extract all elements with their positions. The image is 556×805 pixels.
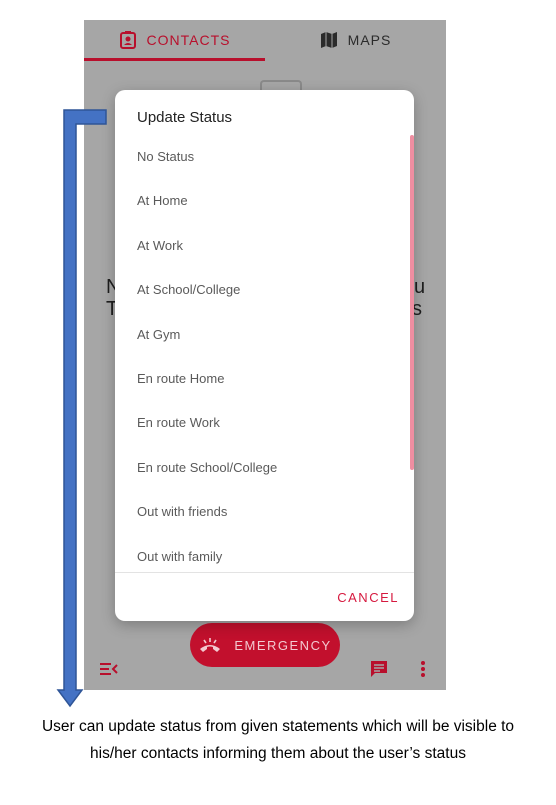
caption: User can update status from given statem… <box>41 718 515 762</box>
annotation-arrow <box>56 109 107 708</box>
